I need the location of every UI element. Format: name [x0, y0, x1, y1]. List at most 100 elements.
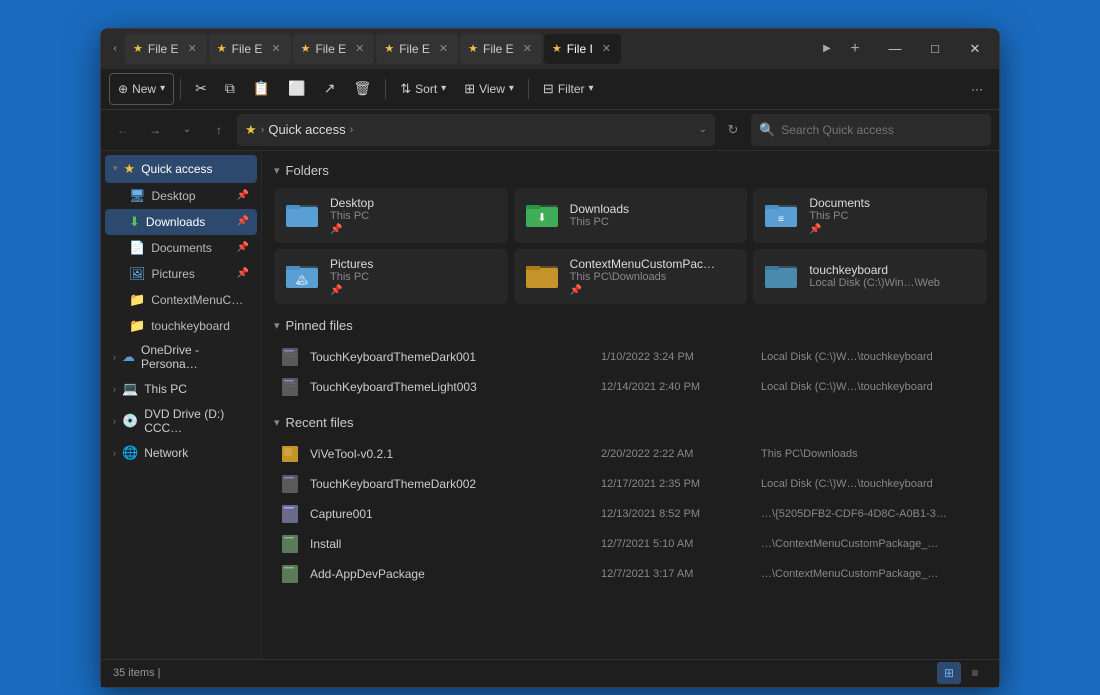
share-button[interactable]: ↗	[316, 73, 344, 105]
pin-icon: 📌	[237, 242, 249, 253]
folder-contextmenu[interactable]: ContextMenuCustomPac… This PC\Downloads …	[514, 249, 748, 304]
pinned-label: Pinned files	[286, 318, 353, 333]
tab-star-icon: ★	[217, 42, 227, 55]
view-chevron: ▾	[509, 83, 514, 94]
sidebar-thispc[interactable]: › 💻 This PC	[105, 375, 257, 403]
folders-chevron-icon[interactable]: ▾	[274, 164, 280, 177]
sidebar: ▾ ★ Quick access 🖥 Desktop 📌 ⬇ Downloads…	[101, 151, 261, 659]
search-input[interactable]	[781, 123, 983, 137]
sidebar-dvd[interactable]: › 💿 DVD Drive (D:) CCC…	[105, 407, 257, 435]
tab-close-4[interactable]: ✕	[437, 41, 450, 56]
new-button[interactable]: ⊕ New ▾	[109, 73, 174, 105]
tab-2[interactable]: ★ File E ✕	[209, 34, 291, 64]
recent-file-1[interactable]: TouchKeyboardThemeDark002 12/17/2021 2:3…	[274, 470, 987, 498]
folder-pin-icon: 📌	[330, 285, 498, 296]
file-icon	[280, 377, 300, 397]
recent-locations-button[interactable]: ⌄	[173, 116, 201, 144]
folders-grid: Desktop This PC 📌 ⬇ Downloads This PC	[274, 188, 987, 304]
recent-file-4[interactable]: Add-AppDevPackage 12/7/2021 3:17 AM …\Co…	[274, 560, 987, 588]
folder-icon: 📁	[129, 292, 145, 308]
rename-button[interactable]: ⬜	[280, 73, 313, 105]
cut-icon: ✂	[195, 80, 207, 97]
quick-access-section: ▾ ★ Quick access 🖥 Desktop 📌 ⬇ Downloads…	[101, 155, 261, 339]
new-tab-button[interactable]: +	[843, 37, 867, 61]
documents-icon: 📄	[129, 240, 145, 256]
sidebar-onedrive[interactable]: › ☁ OneDrive - Persona…	[105, 343, 257, 371]
recent-file-0[interactable]: ViVeTool-v0.2.1 2/20/2022 2:22 AM This P…	[274, 440, 987, 468]
sidebar-item-pictures[interactable]: 🖼 Pictures 📌	[105, 261, 257, 287]
breadcrumb-expand-icon[interactable]: ⌄	[699, 124, 707, 135]
breadcrumb[interactable]: ★ › Quick access › ⌄	[237, 114, 715, 146]
grid-view-button[interactable]: ⊞	[937, 662, 961, 684]
file-icon	[280, 474, 300, 494]
search-box[interactable]: 🔍	[751, 114, 991, 146]
folder-touchkeyboard[interactable]: touchkeyboard Local Disk (C:\)Win…\Web	[753, 249, 987, 304]
network-icon: 🌐	[122, 445, 138, 461]
tab-close-3[interactable]: ✕	[353, 41, 366, 56]
pin-icon: 📌	[237, 268, 249, 279]
folder-info-pictures: Pictures This PC 📌	[330, 257, 498, 296]
back-button[interactable]: ←	[109, 116, 137, 144]
tab-close-5[interactable]: ✕	[521, 41, 534, 56]
folder-pin-icon: 📌	[570, 285, 738, 296]
tab-close-2[interactable]: ✕	[269, 41, 282, 56]
folder-downloads[interactable]: ⬇ Downloads This PC	[514, 188, 748, 243]
folder-info-downloads: Downloads This PC	[570, 202, 738, 228]
sidebar-item-touchkeyboard[interactable]: 📁 touchkeyboard	[105, 313, 257, 339]
tab-play-button[interactable]: ▶	[815, 37, 839, 61]
up-button[interactable]: ↑	[205, 116, 233, 144]
tab-6-active[interactable]: ★ File I ✕	[544, 34, 621, 64]
pinned-chevron-icon[interactable]: ▾	[274, 319, 280, 332]
filter-button[interactable]: ⊟ Filter ▾	[535, 73, 602, 105]
minimize-button[interactable]: —	[875, 33, 915, 65]
cut-button[interactable]: ✂	[187, 73, 215, 105]
maximize-button[interactable]: □	[915, 33, 955, 65]
sidebar-item-contextmenu[interactable]: 📁 ContextMenuCust…	[105, 287, 257, 313]
toolbar: ⊕ New ▾ ✂ ⧉ 📋 ⬜ ↗ 🗑 ⇅ Sort ▾ ⊞	[101, 69, 999, 110]
desktop-icon: 🖥	[129, 188, 146, 204]
folder-pictures[interactable]: 🏔 Pictures This PC 📌	[274, 249, 508, 304]
folder-info-contextmenu: ContextMenuCustomPac… This PC\Downloads …	[570, 257, 738, 296]
view-button[interactable]: ⊞ View ▾	[456, 73, 522, 105]
close-button[interactable]: ✕	[955, 33, 995, 65]
forward-button[interactable]: →	[141, 116, 169, 144]
sidebar-item-desktop[interactable]: 🖥 Desktop 📌	[105, 183, 257, 209]
expand-icon: ›	[113, 352, 116, 362]
paste-button[interactable]: 📋	[245, 73, 278, 105]
folder-documents[interactable]: ≡ Documents This PC 📌	[753, 188, 987, 243]
breadcrumb-star-icon: ★	[245, 122, 257, 138]
paste-icon: 📋	[253, 80, 270, 97]
tab-5[interactable]: ★ File E ✕	[460, 34, 542, 64]
dvd-section: › 💿 DVD Drive (D:) CCC…	[101, 407, 261, 435]
onedrive-icon: ☁	[122, 349, 135, 365]
tab-1[interactable]: ★ File E ✕	[125, 34, 207, 64]
pinned-file-1[interactable]: TouchKeyboardThemeLight003 12/14/2021 2:…	[274, 373, 987, 401]
recent-chevron-icon[interactable]: ▾	[274, 416, 280, 429]
list-view-button[interactable]: ≡	[963, 662, 987, 684]
copy-button[interactable]: ⧉	[217, 73, 243, 105]
recent-section-header: ▾ Recent files	[274, 415, 987, 430]
recent-file-3[interactable]: Install 12/7/2021 5:10 AM …\ContextMenuC…	[274, 530, 987, 558]
tab-scroll-left[interactable]: ‹	[105, 35, 125, 63]
expand-chevron-icon: ▾	[113, 163, 118, 174]
sidebar-item-documents[interactable]: 📄 Documents 📌	[105, 235, 257, 261]
tab-3[interactable]: ★ File E ✕	[293, 34, 375, 64]
folder-desktop[interactable]: Desktop This PC 📌	[274, 188, 508, 243]
more-options-button[interactable]: ···	[963, 73, 991, 105]
view-buttons: ⊞ ≡	[937, 662, 987, 684]
sidebar-quick-access[interactable]: ▾ ★ Quick access	[105, 155, 257, 183]
tab-4[interactable]: ★ File E ✕	[376, 34, 458, 64]
folders-label: Folders	[286, 163, 329, 178]
recent-file-2[interactable]: Capture001 12/13/2021 8:52 PM …\{5205DFB…	[274, 500, 987, 528]
pinned-file-0[interactable]: TouchKeyboardThemeDark001 1/10/2022 3:24…	[274, 343, 987, 371]
svg-text:🏔: 🏔	[296, 274, 309, 286]
sidebar-item-downloads[interactable]: ⬇ Downloads 📌	[105, 209, 257, 235]
sidebar-network[interactable]: › 🌐 Network	[105, 439, 257, 467]
refresh-button[interactable]: ↻	[719, 116, 747, 144]
tab-close-1[interactable]: ✕	[186, 41, 199, 56]
thispc-section: › 💻 This PC	[101, 375, 261, 403]
delete-button[interactable]: 🗑	[345, 73, 379, 105]
quick-access-label: Quick access	[141, 162, 212, 176]
sort-button[interactable]: ⇅ Sort ▾	[392, 73, 454, 105]
tab-close-6[interactable]: ✕	[600, 41, 613, 56]
